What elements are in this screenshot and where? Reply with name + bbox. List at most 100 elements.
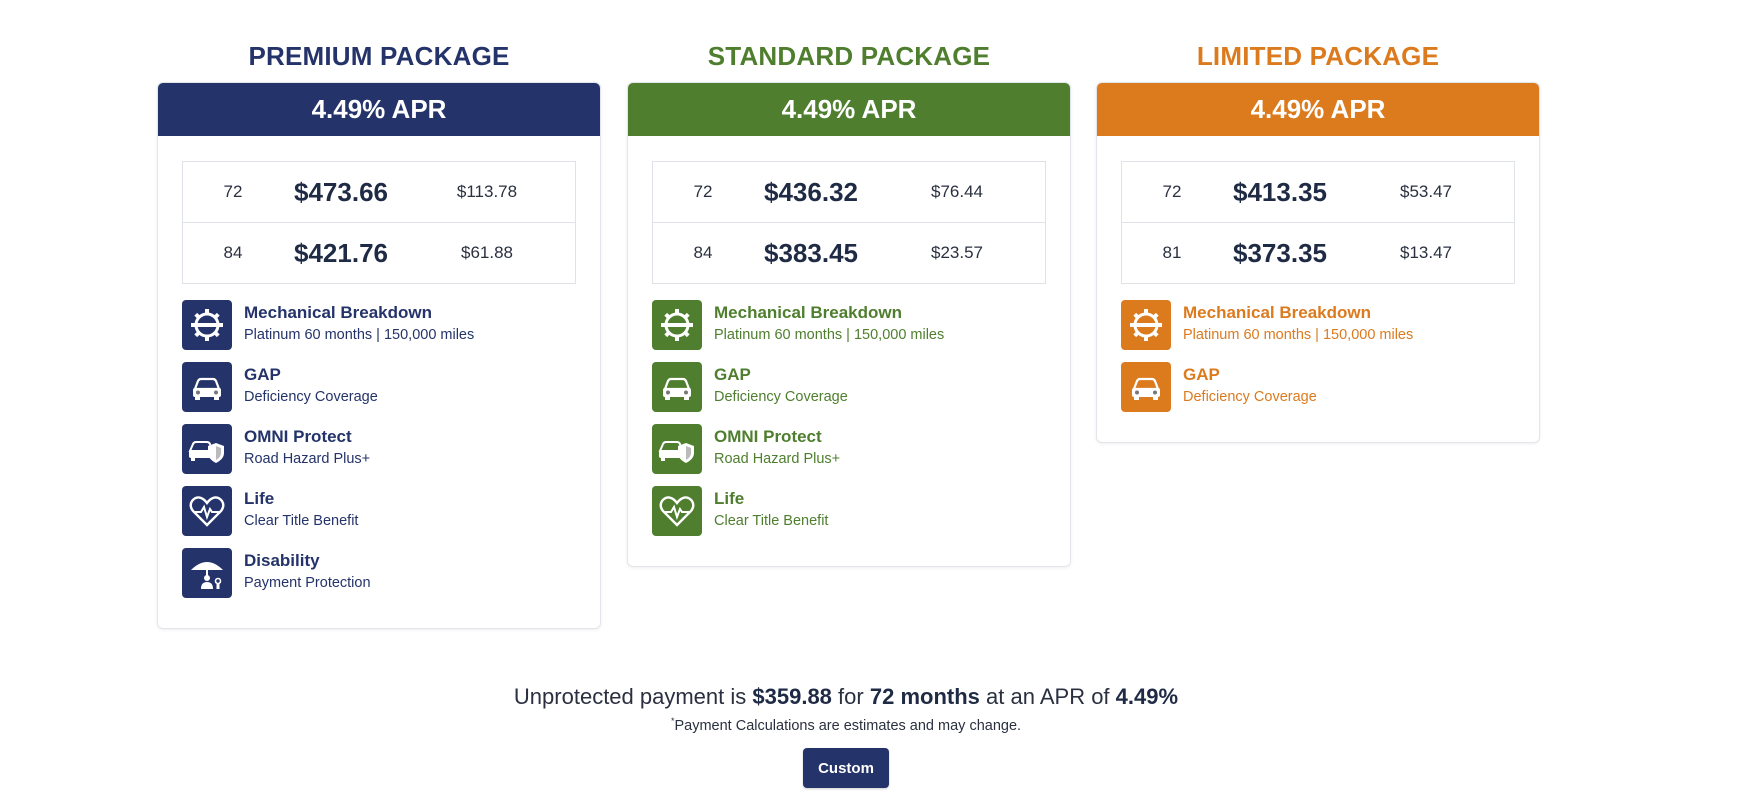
package-card: 4.49% APR 72 $413.35 $53.47 81 $373.35 $13.47… bbox=[1096, 82, 1540, 443]
monthly-payment: $436.32 bbox=[764, 176, 858, 207]
feature-detail: Clear Title Benefit bbox=[244, 513, 359, 529]
term-months: 84 bbox=[693, 243, 713, 262]
feature-name: Disability bbox=[244, 551, 320, 570]
feature-list: Mechanical Breakdown Platinum 60 months |… bbox=[1121, 300, 1515, 424]
apr-banner: 4.49% APR bbox=[158, 83, 600, 136]
package-title: LIMITED PACKAGE bbox=[1196, 41, 1440, 71]
summary-apr-text: at an APR of bbox=[986, 684, 1110, 709]
term-months: 72 bbox=[693, 182, 713, 201]
monthly-payment: $473.66 bbox=[294, 176, 388, 207]
feature-item: Mechanical Breakdown Platinum 60 months |… bbox=[182, 300, 576, 362]
heart-pulse-icon bbox=[182, 486, 232, 536]
feature-text: Life Clear Title Benefit bbox=[244, 486, 358, 532]
term-table: 72 $473.66 $113.78 84 $421.76 $61.88 bbox=[182, 161, 576, 284]
car-icon bbox=[1121, 362, 1171, 412]
feature-name: GAP bbox=[714, 365, 751, 384]
term-row: 72 $473.66 $113.78 bbox=[183, 162, 575, 223]
monthly-payment: $373.35 bbox=[1233, 237, 1327, 268]
feature-item: OMNI Protect Road Hazard Plus+ bbox=[652, 424, 1046, 486]
feature-item: Mechanical Breakdown Platinum 60 months |… bbox=[1121, 300, 1515, 362]
disclaimer-text: Payment Calculations are estimates and m… bbox=[674, 717, 1022, 734]
feature-name: Life bbox=[714, 489, 745, 508]
payment-difference: $113.78 bbox=[456, 182, 518, 201]
package-title: PREMIUM PACKAGE bbox=[248, 41, 510, 71]
feature-detail: Payment Protection bbox=[244, 575, 371, 591]
mechanical-breakdown-icon bbox=[182, 300, 232, 350]
feature-item: GAP Deficiency Coverage bbox=[652, 362, 1046, 424]
feature-text: Life Clear Title Benefit bbox=[714, 486, 828, 532]
feature-detail: Road Hazard Plus+ bbox=[714, 451, 841, 467]
feature-name: OMNI Protect bbox=[244, 427, 352, 446]
unprotected-term: 72 months bbox=[869, 684, 980, 709]
feature-name: OMNI Protect bbox=[714, 427, 822, 446]
feature-item: Life Clear Title Benefit bbox=[182, 486, 576, 548]
car-shield-icon bbox=[182, 424, 232, 474]
apr-banner: 4.49% APR bbox=[1097, 83, 1539, 136]
feature-detail: Clear Title Benefit bbox=[714, 513, 829, 529]
feature-text: Mechanical Breakdown Platinum 60 months |… bbox=[714, 300, 944, 346]
package-standard: STANDARD PACKAGE 4.49% APR 72 $436.32 $76.… bbox=[627, 0, 1071, 567]
feature-item: GAP Deficiency Coverage bbox=[182, 362, 576, 424]
unprotected-apr: 4.49% bbox=[1115, 684, 1179, 709]
term-row: 84 $383.45 $23.57 bbox=[653, 223, 1045, 283]
feature-detail: Platinum 60 months | 150,000 miles bbox=[714, 327, 945, 343]
feature-name: Mechanical Breakdown bbox=[1183, 303, 1372, 322]
feature-detail: Deficiency Coverage bbox=[714, 389, 848, 405]
monthly-payment: $383.45 bbox=[764, 237, 858, 268]
package-premium: PREMIUM PACKAGE 4.49% APR 72 $473.66 $113.… bbox=[157, 0, 601, 629]
disclaimer: *Payment Calculations are estimates and … bbox=[0, 716, 1692, 734]
payment-summary: Unprotected payment is $359.88 for 72 mo… bbox=[0, 680, 1692, 788]
feature-item: GAP Deficiency Coverage bbox=[1121, 362, 1515, 424]
feature-detail: Platinum 60 months | 150,000 miles bbox=[1183, 327, 1414, 343]
term-months: 84 bbox=[223, 243, 243, 262]
feature-text: Mechanical Breakdown Platinum 60 months |… bbox=[244, 300, 474, 346]
mechanical-breakdown-icon bbox=[652, 300, 702, 350]
payment-difference: $61.88 bbox=[461, 243, 513, 262]
car-icon bbox=[182, 362, 232, 412]
feature-text: GAP Deficiency Coverage bbox=[244, 362, 378, 408]
umbrella-person-icon bbox=[182, 548, 232, 598]
feature-name: Mechanical Breakdown bbox=[714, 303, 903, 322]
term-row: 72 $413.35 $53.47 bbox=[1122, 162, 1514, 223]
feature-item: Mechanical Breakdown Platinum 60 months |… bbox=[652, 300, 1046, 362]
unprotected-payment-amount: $359.88 bbox=[752, 684, 832, 709]
feature-text: Disability Payment Protection bbox=[244, 548, 371, 594]
term-row: 72 $436.32 $76.44 bbox=[653, 162, 1045, 223]
term-months: 81 bbox=[1162, 243, 1182, 262]
feature-name: GAP bbox=[244, 365, 281, 384]
feature-detail: Deficiency Coverage bbox=[1183, 389, 1317, 405]
feature-text: OMNI Protect Road Hazard Plus+ bbox=[244, 424, 370, 470]
car-icon bbox=[652, 362, 702, 412]
feature-item: Disability Payment Protection bbox=[182, 548, 576, 610]
payment-difference: $23.57 bbox=[931, 243, 983, 262]
feature-text: GAP Deficiency Coverage bbox=[1183, 362, 1317, 408]
car-shield-icon bbox=[652, 424, 702, 474]
feature-name: GAP bbox=[1183, 365, 1220, 384]
summary-prefix: Unprotected payment is bbox=[513, 684, 747, 709]
feature-item: Life Clear Title Benefit bbox=[652, 486, 1046, 548]
package-card: 4.49% APR 72 $473.66 $113.78 84 $421.76 $61.8… bbox=[157, 82, 601, 629]
monthly-payment: $421.76 bbox=[294, 237, 388, 268]
term-table: 72 $413.35 $53.47 81 $373.35 $13.47 bbox=[1121, 161, 1515, 284]
package-card: 4.49% APR 72 $436.32 $76.44 84 $383.45 $23.57… bbox=[627, 82, 1071, 567]
summary-for: for bbox=[838, 684, 864, 709]
term-row: 84 $421.76 $61.88 bbox=[183, 223, 575, 283]
feature-detail: Road Hazard Plus+ bbox=[244, 451, 371, 467]
feature-text: OMNI Protect Road Hazard Plus+ bbox=[714, 424, 840, 470]
term-months: 72 bbox=[223, 182, 243, 201]
feature-detail: Deficiency Coverage bbox=[244, 389, 378, 405]
unprotected-payment-text: Unprotected payment is $359.88 for 72 mo… bbox=[0, 680, 1692, 714]
term-table: 72 $436.32 $76.44 84 $383.45 $23.57 bbox=[652, 161, 1046, 284]
feature-list: Mechanical Breakdown Platinum 60 months |… bbox=[652, 300, 1046, 548]
apr-banner: 4.49% APR bbox=[628, 83, 1070, 136]
feature-text: Mechanical Breakdown Platinum 60 months |… bbox=[1183, 300, 1413, 346]
custom-button[interactable]: Custom bbox=[803, 747, 889, 788]
monthly-payment: $413.35 bbox=[1233, 176, 1327, 207]
payment-difference: $53.47 bbox=[1400, 182, 1452, 201]
term-row: 81 $373.35 $13.47 bbox=[1122, 223, 1514, 283]
feature-name: Life bbox=[244, 489, 275, 508]
feature-detail: Platinum 60 months | 150,000 miles bbox=[244, 327, 475, 343]
package-title: STANDARD PACKAGE bbox=[707, 41, 991, 71]
feature-item: OMNI Protect Road Hazard Plus+ bbox=[182, 424, 576, 486]
feature-list: Mechanical Breakdown Platinum 60 months |… bbox=[182, 300, 576, 610]
